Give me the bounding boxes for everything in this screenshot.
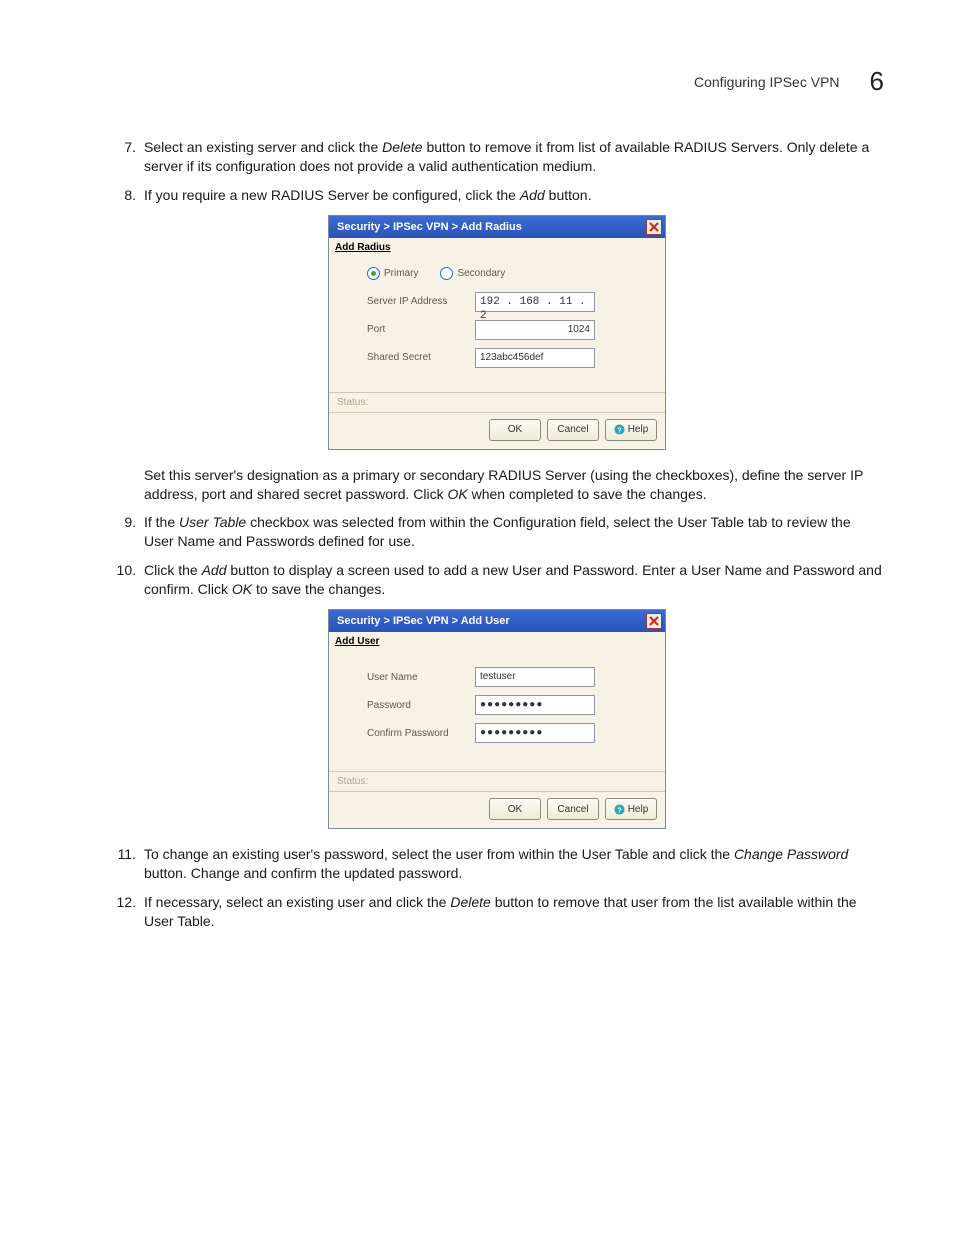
username-input[interactable]: testuser: [475, 667, 595, 687]
step-text: Click the Add button to display a screen…: [144, 561, 884, 599]
header-title: Configuring IPSec VPN: [694, 74, 840, 90]
label-server-ip: Server IP Address: [367, 296, 475, 307]
step-text: To change an existing user's password, s…: [144, 845, 884, 883]
dialog-titlebar: Security > IPSec VPN > Add User: [329, 610, 665, 632]
dialog-section-label: Add Radius: [329, 238, 665, 255]
close-button[interactable]: [646, 613, 662, 629]
password-input[interactable]: ●●●●●●●●●: [475, 695, 595, 715]
step-text: Set this server's designation as a prima…: [144, 466, 884, 504]
step-8: 8. If you require a new RADIUS Server be…: [110, 186, 884, 205]
label-password: Password: [367, 700, 475, 711]
dialog-title: Security > IPSec VPN > Add Radius: [337, 221, 522, 233]
chapter-number: 6: [870, 66, 884, 97]
dialog-section-label: Add User: [329, 632, 665, 649]
svg-text:?: ?: [617, 425, 622, 434]
step-number: 8.: [110, 186, 136, 205]
step-8-followup: Set this server's designation as a prima…: [110, 466, 884, 504]
step-9: 9. If the User Table checkbox was select…: [110, 513, 884, 551]
status-label: Status:: [329, 393, 665, 413]
status-label: Status:: [329, 772, 665, 792]
step-number: 11.: [110, 845, 136, 883]
close-button[interactable]: [646, 219, 662, 235]
step-number: 9.: [110, 513, 136, 551]
help-icon: ?: [614, 424, 625, 435]
cancel-button[interactable]: Cancel: [547, 798, 599, 820]
step-text: Select an existing server and click the …: [144, 138, 884, 176]
step-number: 10.: [110, 561, 136, 599]
radio-secondary[interactable]: Secondary: [440, 267, 505, 280]
close-icon: [649, 616, 659, 626]
svg-text:?: ?: [617, 805, 622, 814]
ok-button[interactable]: OK: [489, 419, 541, 441]
radio-primary[interactable]: Primary: [367, 267, 418, 280]
step-text: If necessary, select an existing user an…: [144, 893, 884, 931]
add-radius-dialog: Security > IPSec VPN > Add Radius Add Ra…: [328, 215, 666, 450]
label-confirm-password: Confirm Password: [367, 728, 475, 739]
step-7: 7. Select an existing server and click t…: [110, 138, 884, 176]
radio-row: Primary Secondary: [367, 267, 647, 280]
shared-secret-input[interactable]: 123abc456def: [475, 348, 595, 368]
radio-icon: [440, 267, 453, 280]
close-icon: [649, 222, 659, 232]
step-10: 10. Click the Add button to display a sc…: [110, 561, 884, 599]
add-user-dialog: Security > IPSec VPN > Add User Add User…: [328, 609, 666, 829]
label-port: Port: [367, 324, 475, 335]
dialog-titlebar: Security > IPSec VPN > Add Radius: [329, 216, 665, 238]
help-icon: ?: [614, 804, 625, 815]
ok-button[interactable]: OK: [489, 798, 541, 820]
step-text: If the User Table checkbox was selected …: [144, 513, 884, 551]
radio-icon: [367, 267, 380, 280]
page-header: Configuring IPSec VPN 6: [694, 66, 884, 97]
help-button[interactable]: ? Help: [605, 798, 657, 820]
label-username: User Name: [367, 672, 475, 683]
step-number: 12.: [110, 893, 136, 931]
cancel-button[interactable]: Cancel: [547, 419, 599, 441]
dialog-title: Security > IPSec VPN > Add User: [337, 615, 510, 627]
label-shared-secret: Shared Secret: [367, 352, 475, 363]
step-number: 7.: [110, 138, 136, 176]
step-11: 11. To change an existing user's passwor…: [110, 845, 884, 883]
step-text: If you require a new RADIUS Server be co…: [144, 186, 884, 205]
port-input[interactable]: 1024: [475, 320, 595, 340]
step-12: 12. If necessary, select an existing use…: [110, 893, 884, 931]
confirm-password-input[interactable]: ●●●●●●●●●: [475, 723, 595, 743]
help-button[interactable]: ? Help: [605, 419, 657, 441]
server-ip-input[interactable]: 192 . 168 . 11 . 2: [475, 292, 595, 312]
